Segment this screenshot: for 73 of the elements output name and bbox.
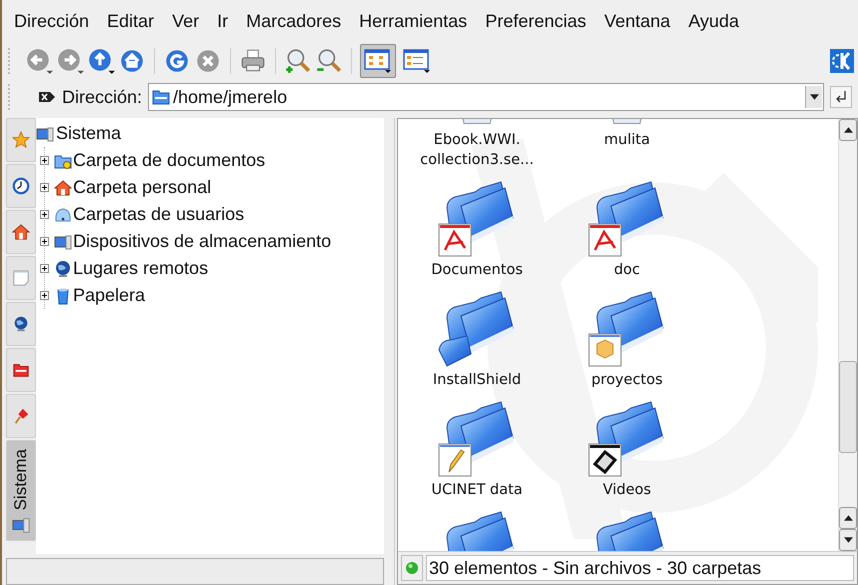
star-icon bbox=[12, 131, 30, 149]
home-icon bbox=[12, 223, 30, 241]
folder-item[interactable]: InstallShield bbox=[402, 288, 552, 390]
caret-down-icon bbox=[810, 94, 818, 100]
menu-item[interactable]: Editar bbox=[107, 10, 154, 32]
status-text: 30 elementos - Sin archivos - 30 carpetas bbox=[426, 555, 854, 581]
computer-icon bbox=[12, 516, 30, 534]
folder-item[interactable]: Videos bbox=[552, 398, 702, 500]
tree-item[interactable]: Papelera bbox=[54, 285, 146, 306]
status-light-icon bbox=[405, 561, 419, 575]
folder-item[interactable]: UCINET data bbox=[402, 398, 552, 500]
tree-item[interactable]: Dispositivos de almacenamiento bbox=[54, 231, 332, 252]
menu-item[interactable]: Herramientas bbox=[359, 10, 468, 32]
tree-item[interactable]: Carpeta personal bbox=[54, 177, 212, 198]
globe-icon bbox=[54, 260, 72, 278]
go-button[interactable] bbox=[830, 86, 852, 108]
scrollbar[interactable] bbox=[838, 119, 857, 551]
globe-icon bbox=[12, 315, 30, 333]
zoom-out-icon[interactable] bbox=[315, 47, 343, 75]
expand-icon[interactable] bbox=[40, 182, 50, 192]
location-field[interactable]: /home/jmerelo bbox=[148, 83, 824, 111]
expand-icon[interactable] bbox=[40, 290, 50, 300]
computer-icon bbox=[36, 124, 54, 142]
expand-icon[interactable] bbox=[40, 156, 50, 166]
clear-field-icon[interactable] bbox=[38, 90, 56, 104]
caret-up-icon bbox=[844, 515, 852, 521]
expand-icon[interactable] bbox=[40, 210, 50, 220]
menu-item[interactable]: Ver bbox=[172, 10, 200, 32]
clock-icon bbox=[12, 177, 30, 195]
folder-item[interactable]: proyectos bbox=[552, 288, 702, 390]
folder-icon bbox=[152, 88, 170, 106]
sidebar-tab[interactable]: Sistema bbox=[6, 440, 36, 542]
sidebar-tab[interactable] bbox=[6, 302, 36, 346]
tree-item[interactable]: Carpetas de usuarios bbox=[54, 204, 244, 225]
menu-item[interactable]: Ventana bbox=[604, 10, 670, 32]
scroll-up-button[interactable] bbox=[839, 119, 857, 141]
home-icon bbox=[54, 178, 72, 196]
zoom-in-icon[interactable] bbox=[284, 47, 312, 75]
note-icon bbox=[12, 269, 30, 287]
caret-down-icon bbox=[844, 537, 852, 543]
menu-item[interactable]: Preferencias bbox=[485, 10, 586, 32]
menu-item[interactable]: Ir bbox=[217, 10, 228, 32]
folder-item[interactable]: Ebook.WWI. collection3.se... bbox=[402, 119, 552, 170]
menu-item[interactable]: Marcadores bbox=[246, 10, 342, 32]
forward-icon[interactable] bbox=[56, 47, 84, 75]
sidebar-tab[interactable] bbox=[6, 348, 36, 392]
tree-item[interactable]: Lugares remotos bbox=[54, 258, 208, 279]
tree-item[interactable]: Carpeta de documentos bbox=[54, 150, 266, 171]
up-icon[interactable] bbox=[87, 47, 115, 75]
menu-item[interactable]: Ayuda bbox=[688, 10, 740, 32]
folder-icon bbox=[12, 361, 30, 379]
folder-item[interactable]: Documentos bbox=[402, 178, 552, 280]
menu-item[interactable]: Dirección bbox=[14, 10, 90, 32]
scroll-thumb[interactable] bbox=[839, 361, 857, 453]
folder-item[interactable]: doc bbox=[552, 178, 702, 280]
dropdown-button[interactable] bbox=[805, 86, 822, 108]
scroll-down-button[interactable] bbox=[839, 529, 857, 551]
sidebar-tab[interactable] bbox=[6, 394, 36, 438]
sidebar-tab[interactable] bbox=[6, 210, 36, 254]
icon-view-button[interactable] bbox=[360, 44, 396, 78]
tree-item[interactable]: Sistema bbox=[36, 120, 122, 147]
computer-icon bbox=[54, 232, 72, 250]
expand-icon[interactable] bbox=[40, 264, 50, 274]
return-arrow-icon bbox=[834, 90, 848, 104]
sidebar-tab[interactable] bbox=[6, 164, 36, 208]
gear-logo-icon[interactable] bbox=[830, 49, 854, 73]
scroll-up-button[interactable] bbox=[839, 507, 857, 529]
location-label: Dirección: bbox=[62, 86, 142, 108]
folder-item[interactable]: mulita bbox=[552, 119, 702, 170]
pin-icon bbox=[12, 407, 30, 425]
caret-up-icon bbox=[844, 127, 852, 133]
expand-icon[interactable] bbox=[40, 236, 50, 246]
back-icon[interactable] bbox=[25, 47, 53, 75]
